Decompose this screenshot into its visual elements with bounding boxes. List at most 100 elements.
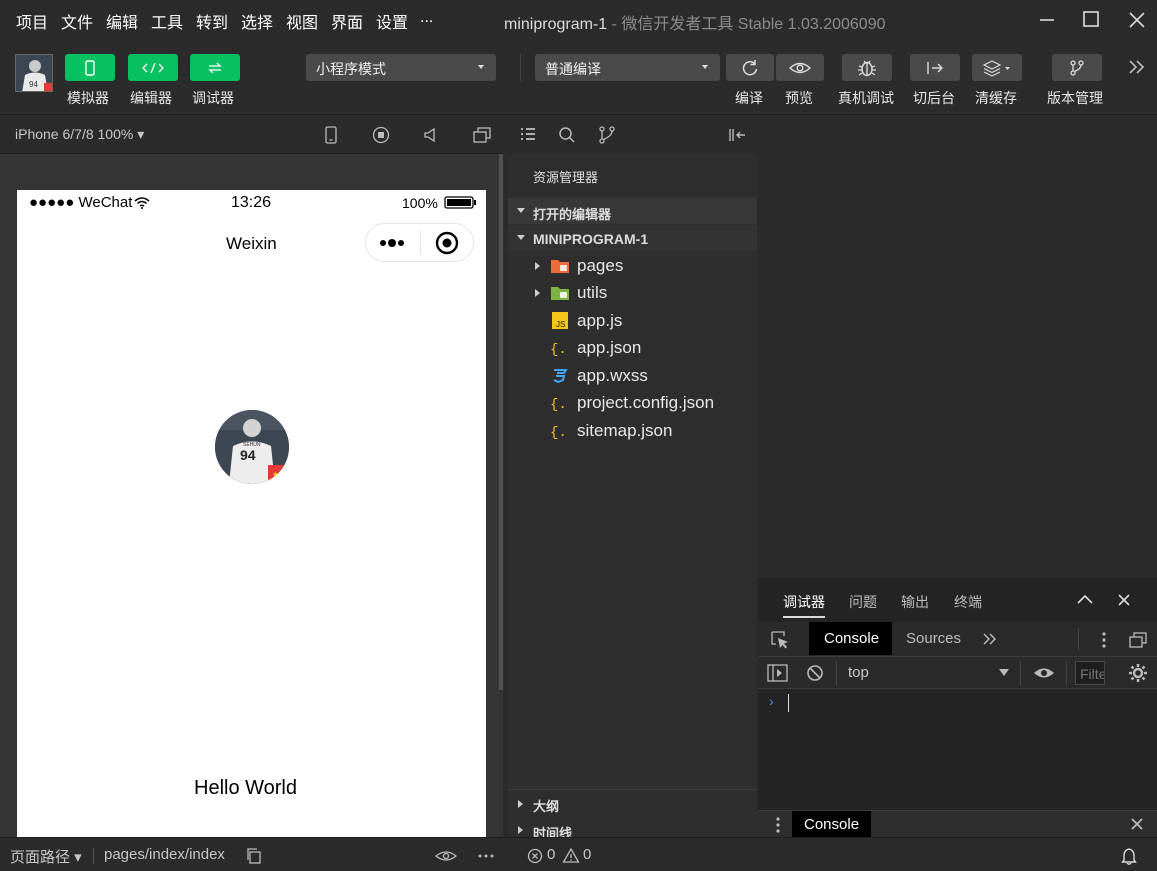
debugger-button[interactable] bbox=[190, 54, 240, 81]
status-bar: 页面路径 ▾ pages/index/index 0 0 bbox=[0, 837, 1157, 871]
kebab-menu-icon[interactable] bbox=[774, 816, 782, 834]
eye-icon[interactable] bbox=[435, 850, 457, 862]
user-avatar[interactable]: 94 bbox=[15, 54, 53, 92]
files-icon[interactable] bbox=[520, 127, 536, 141]
tree-file-project-config[interactable]: {..} project.config.json bbox=[508, 390, 757, 416]
drawer-tab-console[interactable]: Console bbox=[792, 811, 871, 838]
menu-interface[interactable]: 界面 bbox=[331, 9, 363, 33]
more-chevron-icon[interactable] bbox=[1127, 58, 1147, 81]
status-divider bbox=[93, 848, 94, 864]
json-icon: {..} bbox=[550, 342, 570, 357]
window-title-app: - 微信开发者工具 Stable 1.03.2006090 bbox=[607, 16, 886, 33]
inspect-element-icon[interactable] bbox=[770, 630, 790, 650]
capsule-divider bbox=[420, 231, 421, 255]
mode-select[interactable]: 小程序模式 bbox=[306, 54, 496, 81]
compile-label: 编译 bbox=[735, 90, 763, 106]
page-path-select[interactable]: 页面路径 ▾ bbox=[10, 846, 82, 867]
simulator-button[interactable] bbox=[65, 54, 115, 81]
tab-sources[interactable]: Sources bbox=[906, 630, 961, 647]
close-icon[interactable] bbox=[1130, 817, 1144, 831]
copy-icon[interactable] bbox=[246, 848, 262, 864]
real-device-debug-button[interactable] bbox=[842, 54, 892, 81]
undock-icon[interactable] bbox=[1128, 631, 1148, 649]
more-dots-icon[interactable] bbox=[477, 853, 495, 859]
js-icon: JS bbox=[552, 312, 568, 329]
filter-input[interactable]: Filter bbox=[1075, 661, 1105, 685]
menu-tools[interactable]: 工具 bbox=[151, 9, 183, 33]
menu-goto[interactable]: 转到 bbox=[196, 9, 228, 33]
close-icon[interactable] bbox=[1123, 6, 1151, 34]
menu-settings[interactable]: 设置 bbox=[376, 9, 408, 33]
maximize-icon[interactable] bbox=[1078, 6, 1106, 34]
preview-button[interactable] bbox=[776, 54, 824, 81]
tab-problems[interactable]: 问题 bbox=[849, 592, 877, 612]
timeline-section[interactable]: 时间线 bbox=[508, 816, 757, 841]
tree-file-app-json[interactable]: {..} app.json bbox=[508, 335, 757, 361]
kebab-menu-icon[interactable] bbox=[1100, 630, 1108, 650]
project-section[interactable]: MINIPROGRAM-1 bbox=[508, 225, 757, 251]
more-tabs-icon[interactable] bbox=[982, 632, 998, 646]
sidebar-toggle-icon[interactable] bbox=[767, 663, 789, 683]
compile-mode-select[interactable]: 普通编译 bbox=[535, 54, 720, 81]
search-icon[interactable] bbox=[558, 126, 576, 144]
open-editors-section[interactable]: 打开的编辑器 bbox=[508, 198, 757, 224]
menu-file[interactable]: 文件 bbox=[61, 9, 93, 33]
preview-label: 预览 bbox=[785, 90, 813, 106]
svg-text:{..}: {..} bbox=[550, 425, 570, 440]
tab-debugger[interactable]: 调试器 bbox=[783, 592, 825, 612]
svg-text:94: 94 bbox=[29, 80, 38, 89]
simulator-scrollbar[interactable] bbox=[499, 154, 503, 690]
tree-item-name: app.js bbox=[577, 311, 623, 330]
minimize-icon[interactable] bbox=[1034, 6, 1062, 34]
version-control-button[interactable] bbox=[1052, 54, 1102, 81]
error-icon[interactable] bbox=[527, 848, 543, 864]
phone-icon[interactable] bbox=[322, 126, 340, 144]
context-select[interactable]: top bbox=[848, 664, 869, 681]
chevron-down-icon[interactable] bbox=[998, 668, 1010, 678]
close-icon[interactable] bbox=[1116, 592, 1132, 608]
toolbar: 94 模拟器 编辑器 调试器 小程序模式 普通编译 编译 预览 真机调试 切后台… bbox=[0, 40, 1157, 115]
menu-project[interactable]: 项目 bbox=[16, 9, 48, 33]
close-miniprogram-icon[interactable] bbox=[434, 230, 460, 256]
error-count[interactable]: 0 bbox=[547, 846, 555, 863]
menu-more[interactable]: ... bbox=[420, 9, 433, 27]
bell-icon[interactable] bbox=[1121, 847, 1137, 865]
detach-window-icon[interactable] bbox=[472, 126, 491, 144]
volume-icon[interactable] bbox=[422, 126, 440, 144]
gear-icon[interactable] bbox=[1128, 663, 1148, 683]
eye-icon[interactable] bbox=[1033, 666, 1055, 680]
editor-button[interactable] bbox=[128, 54, 178, 81]
collapse-panel-icon[interactable] bbox=[728, 127, 748, 143]
clear-console-icon[interactable] bbox=[805, 663, 825, 683]
tab-terminal[interactable]: 终端 bbox=[954, 592, 982, 612]
more-dots-icon[interactable] bbox=[378, 237, 408, 249]
folder-orange-icon bbox=[551, 260, 569, 273]
menu-select[interactable]: 选择 bbox=[241, 9, 273, 33]
tab-console[interactable]: Console bbox=[809, 622, 892, 655]
background-button[interactable] bbox=[910, 54, 960, 81]
explorer-toolbar bbox=[508, 116, 757, 154]
folder-green-icon bbox=[551, 287, 569, 300]
tab-output[interactable]: 输出 bbox=[901, 592, 929, 612]
compile-button[interactable] bbox=[726, 54, 774, 81]
tree-folder-pages[interactable]: pages bbox=[508, 253, 757, 279]
warning-count[interactable]: 0 bbox=[583, 846, 591, 863]
chevron-up-icon[interactable] bbox=[1076, 592, 1094, 606]
outline-section[interactable]: 大纲 bbox=[508, 789, 757, 816]
console-toolbar: top Filter bbox=[758, 657, 1157, 689]
tree-folder-utils[interactable]: utils bbox=[508, 280, 757, 306]
record-icon[interactable] bbox=[372, 126, 390, 144]
chevron-down-icon bbox=[517, 235, 525, 240]
warning-icon[interactable] bbox=[562, 847, 580, 864]
menu-view[interactable]: 视图 bbox=[286, 9, 318, 33]
device-select[interactable]: iPhone 6/7/8 100% ▾ bbox=[15, 126, 144, 143]
source-control-icon[interactable] bbox=[598, 125, 616, 145]
menu-edit[interactable]: 编辑 bbox=[106, 9, 138, 33]
clear-cache-button[interactable] bbox=[972, 54, 1022, 81]
console-input-cursor[interactable] bbox=[788, 694, 789, 712]
tree-file-app-wxss[interactable]: app.wxss bbox=[508, 363, 757, 389]
tree-file-app-js[interactable]: JS app.js bbox=[508, 308, 757, 334]
switch-background-icon bbox=[927, 61, 943, 74]
chevron-right-icon bbox=[535, 289, 540, 297]
tree-file-sitemap[interactable]: {..} sitemap.json bbox=[508, 418, 757, 444]
